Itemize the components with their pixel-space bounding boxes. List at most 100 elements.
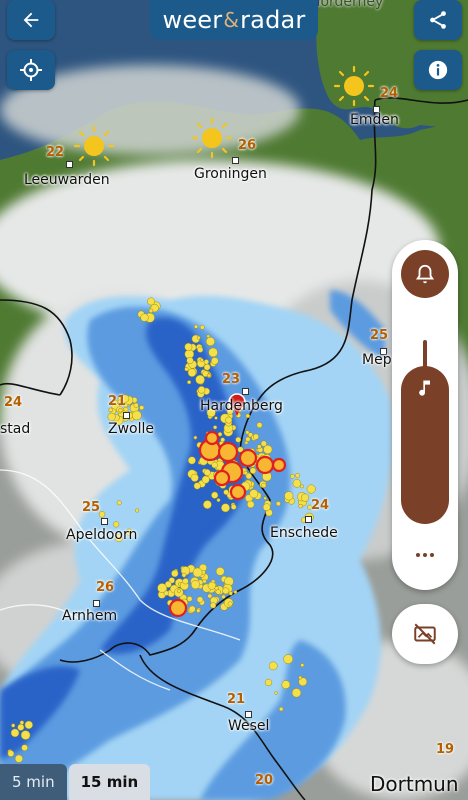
volume-slider-track[interactable] [423, 340, 427, 368]
lightning-strike [225, 416, 233, 424]
lightning-strike [227, 601, 233, 607]
lightning-strike [220, 437, 226, 443]
city-label-cut: Norderney [310, 0, 384, 10]
lightning-strike [300, 663, 305, 668]
lightning-strike [268, 661, 278, 671]
city-mep: Mep [362, 352, 392, 368]
lightning-strike [148, 308, 154, 314]
lightning-strike [187, 368, 197, 377]
lightning-strike [281, 680, 291, 689]
lightning-strike [228, 591, 233, 596]
lightning-strike [213, 425, 218, 430]
lightning-strike [292, 479, 302, 488]
more-button[interactable] [392, 540, 458, 570]
lightning-strike [223, 489, 229, 495]
logo-text-radar: radar [240, 6, 306, 34]
info-button[interactable] [414, 50, 462, 90]
lightning-strike [187, 380, 192, 385]
lightning-strike [205, 336, 215, 347]
lightning-strike [275, 501, 281, 507]
info-icon [428, 60, 448, 80]
lightning-strike [196, 335, 201, 340]
city-dot [305, 516, 312, 523]
lightning-strike [199, 358, 204, 362]
lightning-strike [278, 706, 284, 712]
lightning-strike [177, 589, 181, 593]
temperature-label: 24 [380, 86, 399, 101]
lightning-strike [208, 347, 218, 358]
city-dot [242, 388, 249, 395]
lightning-strike-recent [217, 441, 239, 463]
temperature-label: 21 [108, 394, 127, 409]
lightning-strike [20, 730, 31, 740]
lightning-strike [291, 688, 302, 698]
lightning-strike [274, 691, 278, 695]
city-enschede: Enschede [270, 525, 338, 541]
lightning-strike [249, 489, 259, 499]
lightning-strike [284, 491, 294, 501]
lightning-strike [186, 356, 194, 365]
city-groningen: Groningen [194, 166, 267, 182]
lightning-strike [216, 498, 221, 503]
temperature-label: 22 [46, 145, 65, 160]
lightning-strike [10, 728, 20, 738]
lightning-strike-recent [255, 455, 275, 475]
lightning-strike [188, 605, 196, 613]
city-emden: Emden [350, 112, 399, 128]
lightning-strike [260, 440, 267, 447]
lightning-strike [193, 324, 199, 329]
lightning-strike [193, 435, 198, 440]
city-hardenberg: Hardenberg [200, 398, 283, 414]
lightning-strike [184, 367, 189, 372]
interval-15-min[interactable]: 15 min [68, 764, 151, 800]
logo-text-weer: weer [162, 6, 223, 34]
temperature-label: 25 [370, 328, 389, 343]
lightning-strike [221, 503, 230, 513]
lightning-strike [245, 436, 251, 442]
lightning-strike [203, 469, 211, 476]
lightning-strike [207, 593, 213, 599]
bell-icon [415, 264, 435, 284]
back-button[interactable] [7, 0, 55, 40]
share-icon [430, 11, 446, 29]
lightning-strike [21, 744, 28, 752]
lightning-strike [11, 723, 16, 728]
lightning-strike [199, 324, 205, 330]
lightning-strike [171, 569, 179, 578]
city-stad: stad [0, 421, 31, 437]
lightning-strike [147, 297, 156, 306]
lightning-strike [190, 473, 199, 482]
alert-button[interactable] [401, 250, 449, 298]
city-dot [93, 600, 100, 607]
time-interval-selector: 5 min 15 min [0, 764, 151, 800]
city-apeldoorn: Apeldoorn [66, 527, 138, 543]
city-dortmund: Dortmun [370, 772, 459, 796]
lightning-strike [193, 482, 201, 490]
locate-button[interactable] [7, 50, 55, 90]
interval-5-min[interactable]: 5 min [0, 764, 67, 800]
lightning-strike [203, 359, 210, 365]
back-arrow-icon [23, 12, 39, 28]
sound-slider[interactable] [401, 366, 449, 524]
lightning-strike-recent [271, 457, 287, 473]
temperature-label: 21 [227, 692, 246, 707]
lightning-strike [157, 583, 167, 593]
layers-off-button[interactable] [392, 604, 458, 664]
side-control-panel [392, 240, 458, 590]
lightning-strike [211, 491, 219, 499]
temperature-label: 20 [255, 773, 274, 788]
lightning-strike-recent [204, 430, 220, 446]
lightning-strike [181, 572, 187, 578]
temperature-label: 24 [4, 395, 23, 410]
lightning-strike [262, 503, 271, 512]
lightning-strike-recent [229, 483, 247, 501]
share-button[interactable] [414, 0, 462, 40]
temperature-label: 24 [311, 498, 330, 513]
lightning-strike [295, 472, 301, 478]
temperature-label: 25 [82, 500, 101, 515]
lightning-strike-recent [168, 598, 188, 618]
lightning-strike [249, 467, 257, 474]
city-dot [101, 518, 108, 525]
lightning-strike [235, 436, 242, 443]
lightning-strike [184, 342, 193, 351]
